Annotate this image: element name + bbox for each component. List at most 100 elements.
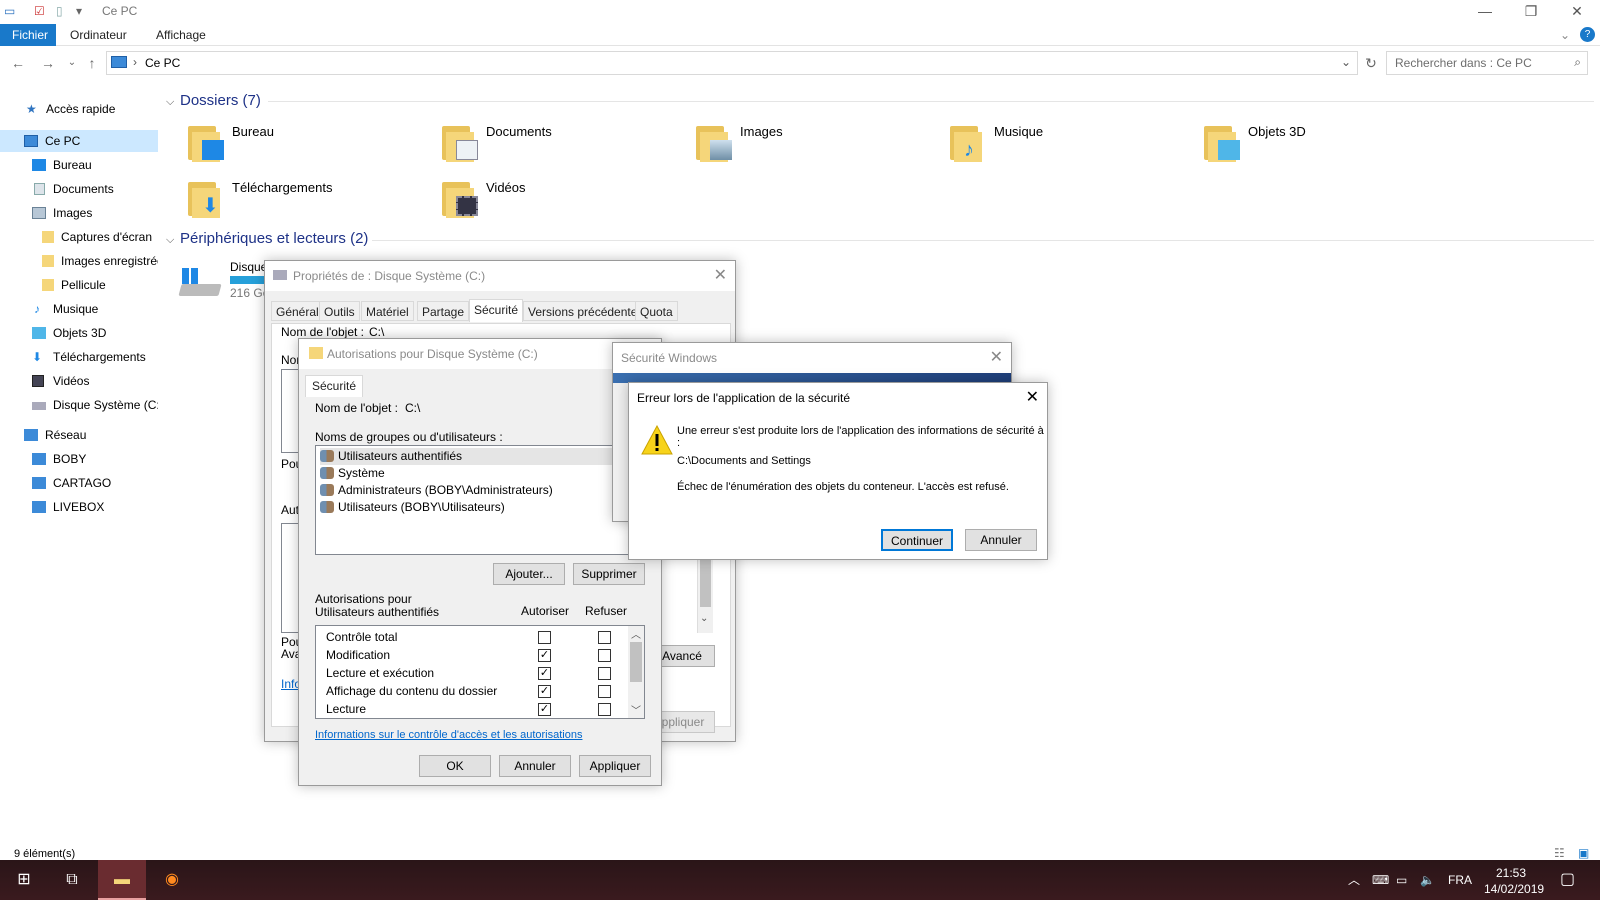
list-item[interactable]: Administrateurs (BOBY\Administrateurs) (320, 482, 553, 499)
tab-affichage[interactable]: Affichage (144, 24, 218, 46)
close-icon[interactable]: ✕ (990, 347, 1003, 367)
sidebar-item-videos[interactable]: Vidéos (0, 370, 158, 392)
quick-access-dropdown-icon[interactable]: ▾ (76, 4, 82, 18)
scrollbar[interactable]: ︿ ﹀ (628, 626, 644, 718)
minimize-button[interactable]: — (1462, 0, 1508, 24)
help-icon[interactable]: ? (1580, 27, 1595, 42)
list-item[interactable]: Système (320, 465, 385, 482)
tab-versions-precedentes[interactable]: Versions précédentes (523, 301, 649, 321)
add-button[interactable]: Ajouter... (493, 563, 565, 585)
allow-checkbox[interactable] (538, 631, 551, 644)
allow-checkbox[interactable]: ✓ (538, 649, 551, 662)
allow-checkbox[interactable]: ✓ (538, 685, 551, 698)
sidebar-item-images-enregistrees[interactable]: Images enregistrées (0, 250, 158, 272)
tab-ordinateur[interactable]: Ordinateur (58, 24, 139, 46)
folders-section-header[interactable]: ⌵ Dossiers (7) (166, 92, 261, 109)
continue-button[interactable]: Continuer (881, 529, 953, 551)
tab-materiel[interactable]: Matériel (361, 301, 414, 321)
folder-musique[interactable]: ♪ Musique (946, 120, 1166, 170)
scroll-up-icon[interactable]: ︿ (631, 626, 641, 641)
volume-icon[interactable]: 🔈 (1420, 860, 1435, 900)
tab-general[interactable]: Général (271, 301, 324, 321)
sidebar-item-telechargements[interactable]: ⬇ Téléchargements (0, 346, 158, 368)
tab-partage[interactable]: Partage (417, 301, 470, 321)
allow-checkbox[interactable]: ✓ (538, 667, 551, 680)
keyboard-icon[interactable]: ⌨ (1372, 860, 1389, 900)
search-input[interactable]: Rechercher dans : Ce PC ⌕ (1386, 51, 1588, 75)
details-view-icon[interactable]: ☷ (1554, 846, 1565, 860)
sidebar-item-cartago[interactable]: CARTAGO (0, 472, 158, 494)
large-icons-view-icon[interactable]: ▣ (1578, 846, 1589, 860)
sidebar-item-boby[interactable]: BOBY (0, 448, 158, 470)
clock-time[interactable]: 21:53 (1496, 866, 1526, 880)
folder-documents[interactable]: Documents (438, 120, 658, 170)
sidebar-item-musique[interactable]: ♪ Musique (0, 298, 158, 320)
sidebar-item-ce-pc[interactable]: Ce PC (0, 130, 158, 152)
remove-button[interactable]: Supprimer (573, 563, 645, 585)
new-folder-icon[interactable]: ▯ (56, 4, 63, 18)
close-button[interactable]: ✕ (1554, 0, 1600, 24)
sidebar-item-bureau[interactable]: Bureau (0, 154, 158, 176)
scroll-down-icon[interactable]: ﹀ (631, 702, 641, 717)
scrollbar[interactable]: ⌄ (697, 551, 713, 633)
windows-start-icon[interactable]: ⊞ (0, 860, 48, 900)
sidebar-item-reseau[interactable]: Réseau (0, 424, 158, 446)
tab-securite[interactable]: Sécurité (305, 375, 364, 398)
ok-button[interactable]: OK (419, 755, 491, 777)
list-item[interactable]: Utilisateurs authentifiés (320, 448, 638, 465)
address-bar[interactable]: › Ce PC ⌄ (106, 51, 1358, 75)
drive-c[interactable]: Disque 216 Go (178, 260, 270, 310)
apply-button[interactable]: Appliquer (579, 755, 651, 777)
folder-images[interactable]: Images (692, 120, 912, 170)
expand-ribbon-icon[interactable]: ⌄ (1560, 28, 1570, 42)
task-view-icon[interactable]: ⧉ (48, 860, 96, 900)
sidebar-item-documents[interactable]: Documents (0, 178, 158, 200)
cancel-button[interactable]: Annuler (965, 529, 1037, 551)
file-explorer-icon[interactable]: ▬ (98, 860, 146, 900)
tab-outils[interactable]: Outils (319, 301, 360, 321)
sidebar-item-captures[interactable]: Captures d'écran (0, 226, 158, 248)
tab-fichier[interactable]: Fichier (0, 24, 56, 46)
sidebar-item-acces-rapide[interactable]: ★ Accès rapide (0, 98, 158, 120)
tab-securite[interactable]: Sécurité (469, 299, 524, 322)
folder-videos[interactable]: Vidéos (438, 176, 658, 226)
refresh-icon[interactable]: ↻ (1361, 54, 1381, 72)
cancel-button[interactable]: Annuler (499, 755, 571, 777)
recent-locations-icon[interactable]: ⌄ (62, 54, 82, 72)
deny-checkbox[interactable] (598, 649, 611, 662)
deny-checkbox[interactable] (598, 667, 611, 680)
sidebar-item-pellicule[interactable]: Pellicule (0, 274, 158, 296)
folder-objets-3d[interactable]: Objets 3D (1200, 120, 1420, 170)
sidebar-item-disque-c[interactable]: Disque Système (C:) (0, 394, 158, 416)
list-item[interactable]: Utilisateurs (BOBY\Utilisateurs) (320, 499, 505, 516)
close-icon[interactable]: ✕ (714, 265, 727, 285)
scrollbar-thumb[interactable] (630, 642, 642, 682)
back-arrow-icon[interactable]: ← (8, 54, 28, 72)
show-hidden-icons-icon[interactable]: ︿ (1348, 860, 1360, 900)
sidebar-item-livebox[interactable]: LIVEBOX (0, 496, 158, 518)
groups-list[interactable]: Utilisateurs authentifiés Système Admini… (315, 445, 643, 555)
close-icon[interactable]: ✕ (1026, 387, 1039, 407)
clock-date[interactable]: 14/02/2019 (1484, 882, 1544, 896)
deny-checkbox[interactable] (598, 685, 611, 698)
sidebar-item-images[interactable]: Images (0, 202, 158, 224)
forward-arrow-icon[interactable]: → (38, 54, 58, 72)
firefox-icon[interactable]: ◉ (148, 860, 196, 900)
language-indicator[interactable]: FRA (1448, 860, 1472, 900)
restore-button[interactable]: ❐ (1508, 0, 1554, 24)
info-link[interactable]: Informations sur le contrôle d'accès et … (315, 729, 582, 741)
deny-checkbox[interactable] (598, 631, 611, 644)
sidebar-item-objets-3d[interactable]: Objets 3D (0, 322, 158, 344)
tab-quota[interactable]: Quota (635, 301, 678, 321)
devices-section-header[interactable]: ⌵ Périphériques et lecteurs (2) (166, 230, 368, 247)
scroll-down-icon[interactable]: ⌄ (700, 613, 708, 624)
up-arrow-icon[interactable]: ↑ (82, 54, 102, 72)
notifications-icon[interactable]: ▢ (1560, 860, 1575, 900)
folder-bureau[interactable]: Bureau (184, 120, 404, 170)
address-dropdown-icon[interactable]: ⌄ (1341, 55, 1351, 69)
folder-telechargements[interactable]: ⬇ Téléchargements (184, 176, 404, 226)
allow-checkbox[interactable]: ✓ (538, 703, 551, 716)
chevron-right-icon[interactable]: › (133, 55, 137, 69)
scrollbar-thumb[interactable] (700, 555, 711, 607)
properties-icon[interactable]: ☑ (34, 4, 45, 18)
